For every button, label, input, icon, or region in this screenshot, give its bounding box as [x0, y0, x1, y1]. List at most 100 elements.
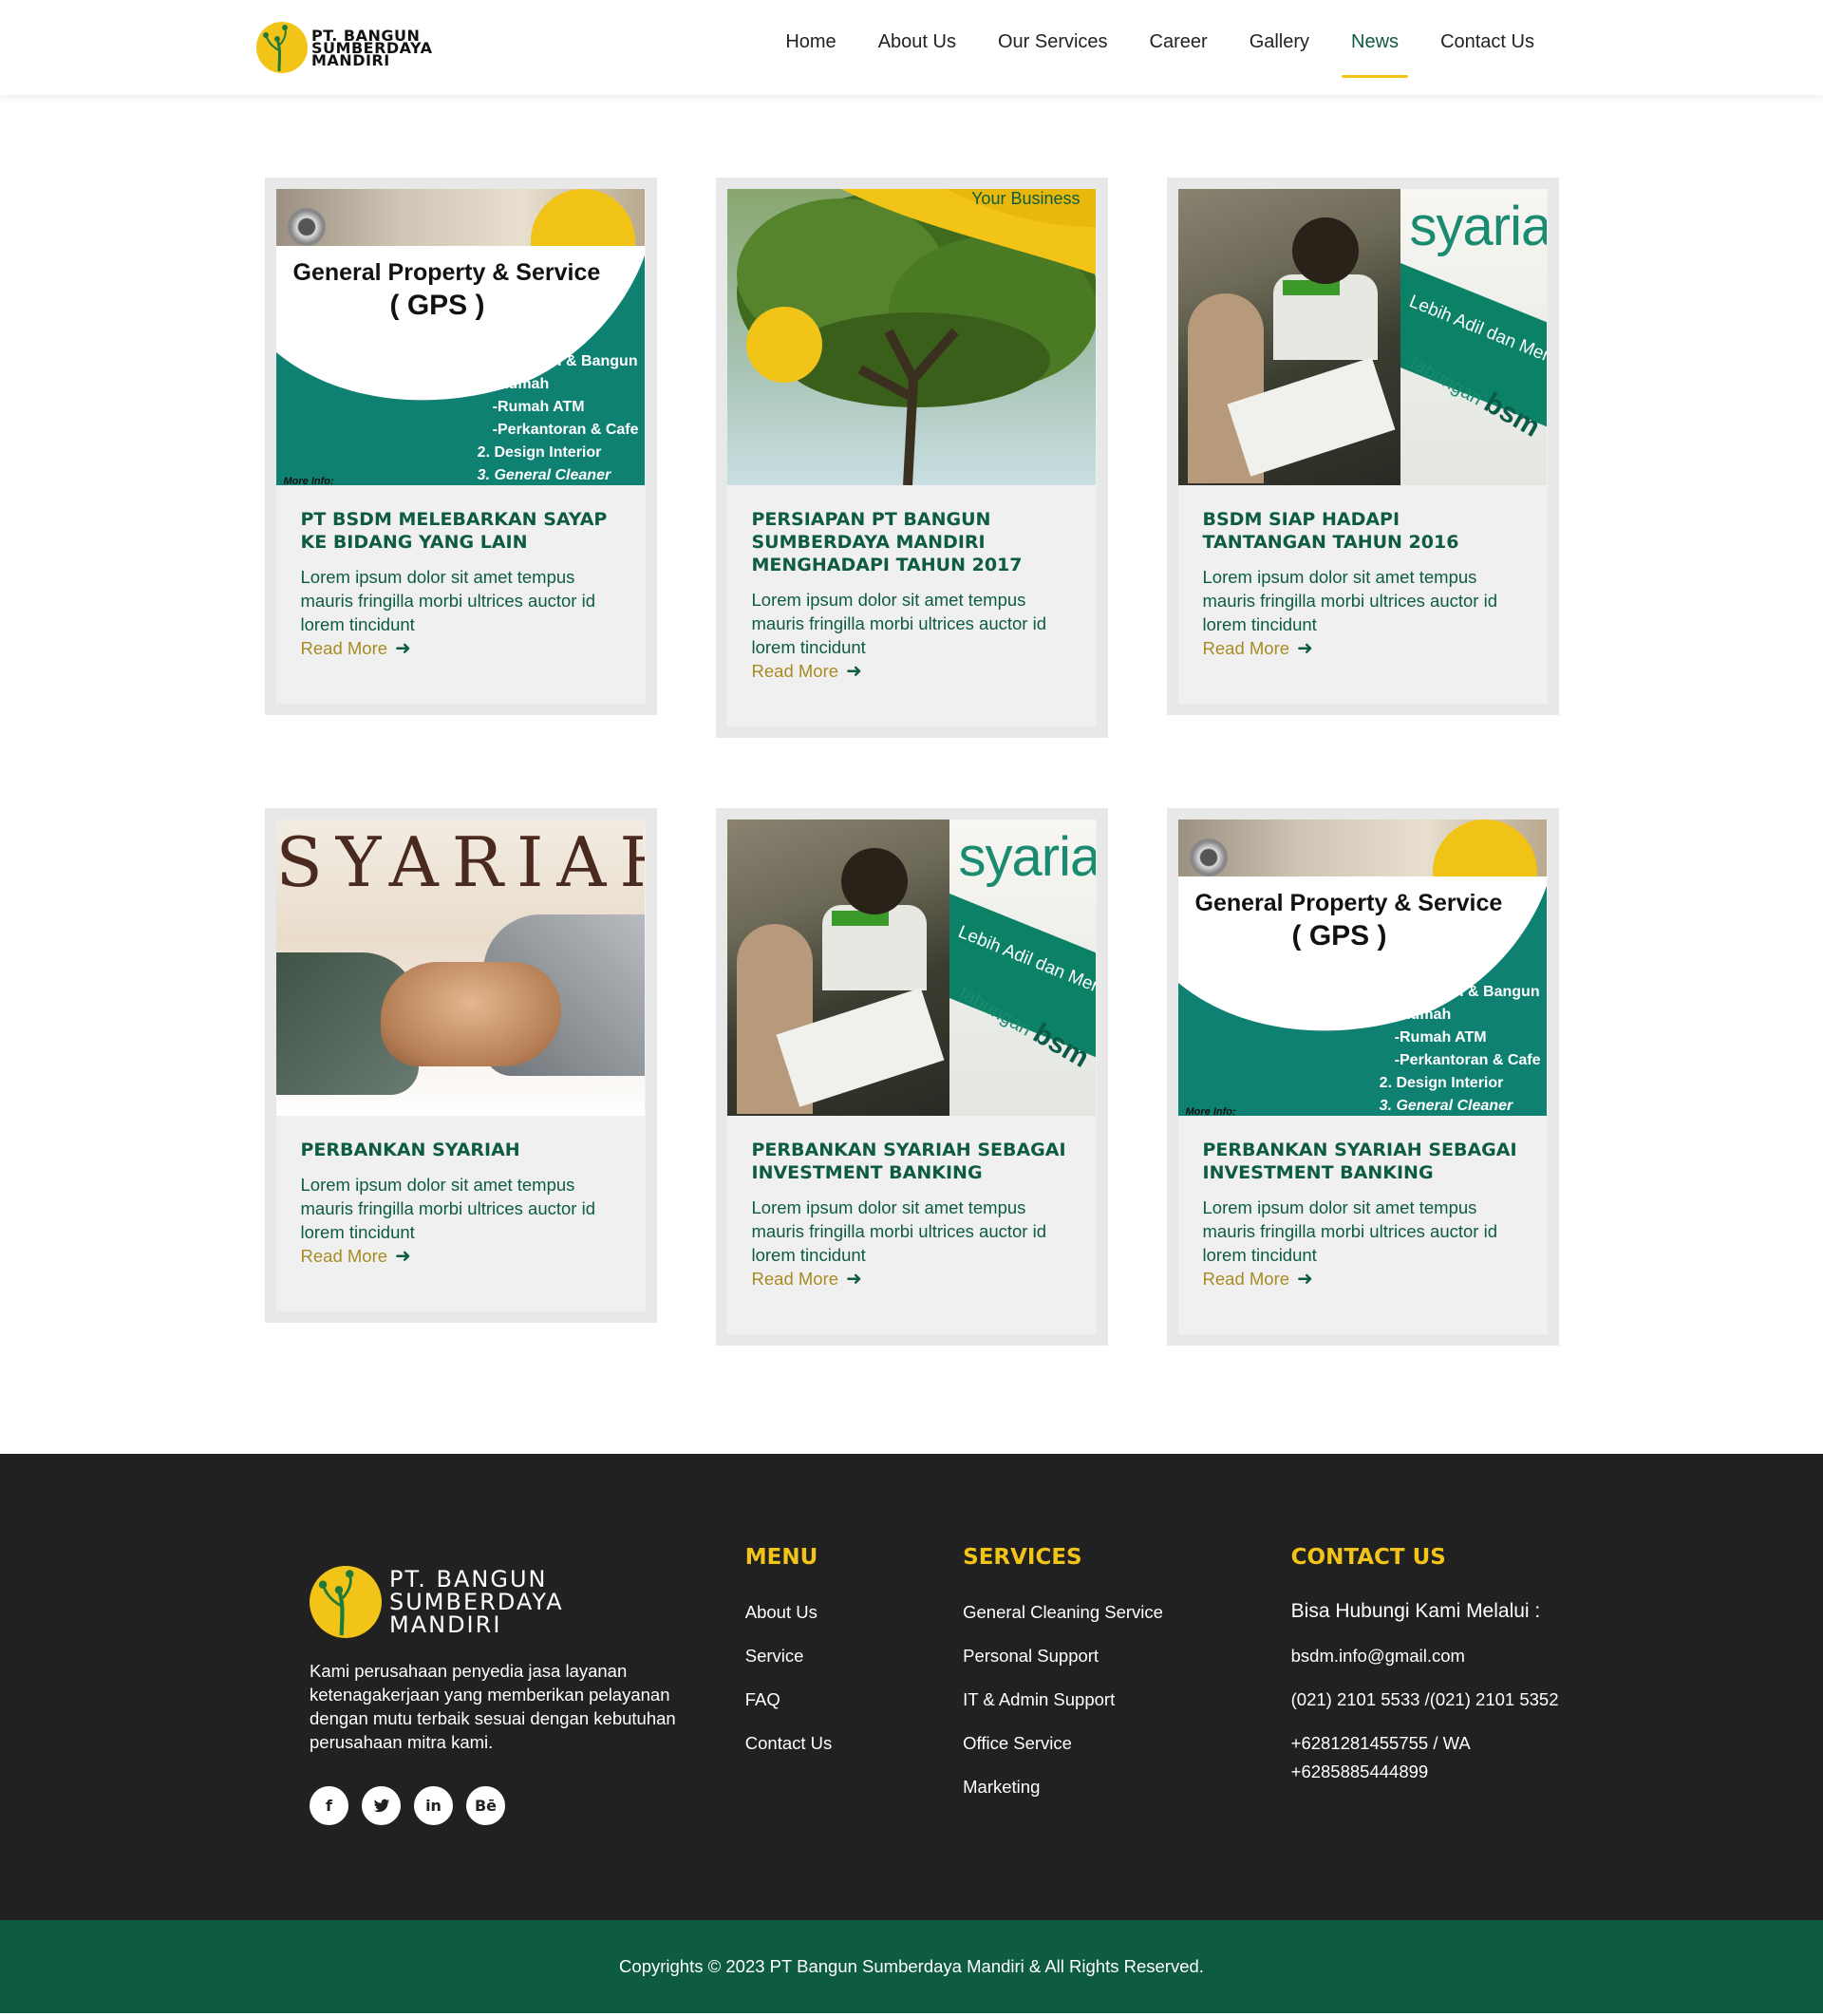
news-card-body: PERBANKAN SYARIAH Lorem ipsum dolor sit …	[276, 1116, 646, 1311]
arrow-right-icon: ➜	[395, 1246, 411, 1267]
read-more-link[interactable]: Read More ➜	[301, 636, 411, 660]
footer-description: Kami perusahaan penyedia jasa layanan ke…	[310, 1661, 676, 1752]
footer-link-about-us[interactable]: About Us	[745, 1600, 963, 1624]
news-card[interactable]: SYARIAH PERBANKAN SYARIAH Lorem ipsum do…	[264, 808, 657, 1323]
read-more-label: Read More	[300, 637, 388, 658]
news-card-inner: General Property & Service ( GPS ) 1. Re…	[275, 189, 646, 704]
news-excerpt: Lorem ipsum dolor sit amet tempus mauris…	[300, 567, 596, 634]
news-card[interactable]: General Property & Service ( GPS ) 1. Re…	[1166, 808, 1559, 1346]
news-title[interactable]: BSDM SIAP HADAPI TANTANGAN TAHUN 2016	[1203, 508, 1523, 554]
news-card[interactable]: syariah Lebih Adil dan Men tabungan bsm …	[715, 808, 1108, 1346]
footer-service-personal-support[interactable]: Personal Support	[963, 1644, 1291, 1667]
news-image[interactable]: General Property & Service ( GPS ) 1. Re…	[1177, 820, 1547, 1116]
read-more-label: Read More	[1202, 637, 1290, 658]
news-excerpt: Lorem ipsum dolor sit amet tempus mauris…	[1202, 1197, 1498, 1265]
gps-list-item: -Rumah	[1394, 1007, 1452, 1023]
news-excerpt: Lorem ipsum dolor sit amet tempus mauris…	[751, 590, 1047, 657]
footer-service-it-admin[interactable]: IT & Admin Support	[963, 1687, 1291, 1711]
gps-subtitle: ( GPS )	[389, 290, 485, 321]
footer-link-contact-us[interactable]: Contact Us	[745, 1731, 963, 1755]
news-image[interactable]: syariah Lebih Adil dan Men tabungan bsm	[726, 820, 1096, 1116]
nav-home[interactable]: Home	[764, 0, 856, 95]
nav-contact-us[interactable]: Contact Us	[1419, 0, 1555, 95]
read-more-link[interactable]: Read More ➜	[1203, 1267, 1313, 1291]
copyright-bar: Copyrights © 2023 PT Bangun Sumberdaya M…	[0, 1920, 1823, 2013]
brand-logo[interactable]: PT. BANGUN SUMBERDAYA MANDIRI	[256, 22, 432, 73]
site-footer: PT. BANGUN SUMBERDAYA MANDIRI Kami perus…	[0, 1454, 1823, 1920]
news-title[interactable]: PERBANKAN SYARIAH SEBAGAI INVESTMENT BAN…	[752, 1139, 1072, 1184]
news-title[interactable]: PERBANKAN SYARIAH	[301, 1139, 621, 1161]
read-more-label: Read More	[751, 660, 839, 681]
footer-service-marketing[interactable]: Marketing	[963, 1775, 1291, 1799]
nav-news[interactable]: News	[1330, 0, 1419, 95]
gps-title: General Property & Service	[292, 259, 601, 286]
footer-services-title: SERVICES	[963, 1545, 1082, 1570]
gps-subtitle: ( GPS )	[1291, 920, 1387, 951]
news-image[interactable]: SYARIAH	[275, 820, 645, 1116]
arrow-right-icon: ➜	[846, 1269, 862, 1290]
nav-our-services[interactable]: Our Services	[977, 0, 1129, 95]
news-excerpt: Lorem ipsum dolor sit amet tempus mauris…	[1202, 567, 1498, 634]
news-title[interactable]: PT BSDM MELEBARKAN SAYAP KE BIDANG YANG …	[301, 508, 621, 554]
nav-about-us[interactable]: About Us	[857, 0, 977, 95]
news-excerpt: Lorem ipsum dolor sit amet tempus mauris…	[751, 1197, 1047, 1265]
read-more-link[interactable]: Read More ➜	[1203, 636, 1313, 660]
tree-caption: Your Business	[971, 189, 1081, 208]
gps-list-item: 1. Renovasi & Bangun	[477, 353, 638, 369]
footer-contact-phone[interactable]: (021) 2101 5533 /(021) 2101 5352	[1291, 1686, 1567, 1714]
news-card[interactable]: Your Business PERSIAPAN PT BANGUN SUMBER…	[715, 178, 1108, 738]
news-card[interactable]: General Property & Service ( GPS ) 1. Re…	[264, 178, 657, 715]
footer-services: SERVICES General Cleaning Service Person…	[963, 1545, 1291, 1825]
brand-line: PT. BANGUN	[389, 1566, 548, 1592]
news-image[interactable]: Your Business	[726, 189, 1096, 485]
footer-service-cleaning[interactable]: General Cleaning Service	[963, 1600, 1291, 1624]
company-logo-icon	[310, 1566, 382, 1638]
footer-link-service[interactable]: Service	[745, 1644, 963, 1667]
gps-list-item: -Perkantoran & Cafe	[1394, 1052, 1541, 1068]
news-card-body: PERSIAPAN PT BANGUN SUMBERDAYA MANDIRI M…	[727, 485, 1097, 726]
news-title[interactable]: PERBANKAN SYARIAH SEBAGAI INVESTMENT BAN…	[1203, 1139, 1523, 1184]
nav-career[interactable]: Career	[1129, 0, 1229, 95]
read-more-link[interactable]: Read More ➜	[301, 1244, 411, 1268]
gps-list-item: -Rumah	[492, 376, 550, 392]
footer-link-faq[interactable]: FAQ	[745, 1687, 963, 1711]
gps-service-list: 1. Renovasi & Bangun -Rumah -Rumah ATM -…	[1380, 981, 1541, 1116]
news-image[interactable]: General Property & Service ( GPS ) 1. Re…	[275, 189, 645, 485]
gps-list-item: 1. Renovasi & Bangun	[1379, 984, 1540, 1000]
gps-list-item: 2. Design Interior	[477, 444, 602, 461]
read-more-link[interactable]: Read More ➜	[752, 659, 862, 683]
news-card[interactable]: syariah Lebih Adil dan Men tabungan bsm …	[1166, 178, 1559, 715]
behance-icon[interactable]: Bē	[466, 1786, 505, 1825]
gps-list-item: 3. General Cleaner	[1379, 1098, 1513, 1114]
footer-contact-whatsapp[interactable]: +6281281455755 / WA +6285885444899	[1291, 1729, 1567, 1786]
gps-list-item: -Rumah ATM	[1394, 1029, 1487, 1046]
news-title[interactable]: PERSIAPAN PT BANGUN SUMBERDAYA MANDIRI M…	[752, 508, 1072, 576]
linkedin-icon[interactable]: in	[414, 1786, 453, 1825]
twitter-icon[interactable]	[362, 1786, 401, 1825]
footer-contact-email[interactable]: bsdm.info@gmail.com	[1291, 1642, 1567, 1670]
nav-gallery[interactable]: Gallery	[1229, 0, 1330, 95]
arrow-right-icon: ➜	[846, 661, 862, 682]
gps-more-info: More Info:	[1185, 1106, 1236, 1116]
facebook-icon[interactable]: f	[310, 1786, 348, 1825]
teller-head	[1291, 217, 1359, 284]
footer-brand-name: PT. BANGUN SUMBERDAYA MANDIRI	[389, 1568, 564, 1636]
read-more-link[interactable]: Read More ➜	[752, 1267, 862, 1291]
read-more-label: Read More	[751, 1268, 839, 1289]
brand-line: SUMBERDAYA	[389, 1589, 564, 1615]
arrow-right-icon: ➜	[1297, 638, 1313, 659]
footer-service-office[interactable]: Office Service	[963, 1731, 1291, 1755]
news-excerpt: Lorem ipsum dolor sit amet tempus mauris…	[300, 1175, 596, 1242]
main-nav: Home About Us Our Services Career Galler…	[764, 0, 1555, 95]
news-card-inner: Your Business PERSIAPAN PT BANGUN SUMBER…	[726, 189, 1097, 726]
handshake-graphic	[380, 962, 561, 1066]
news-image[interactable]: syariah Lebih Adil dan Men tabungan bsm	[1177, 189, 1547, 485]
footer-logo[interactable]: PT. BANGUN SUMBERDAYA MANDIRI	[310, 1566, 745, 1638]
gps-list-item: -Rumah ATM	[492, 399, 585, 415]
footer-menu: MENU About Us Service FAQ Contact Us	[745, 1545, 963, 1825]
arrow-right-icon: ➜	[1297, 1269, 1313, 1290]
news-card-inner: SYARIAH PERBANKAN SYARIAH Lorem ipsum do…	[275, 820, 646, 1311]
arrow-right-icon: ➜	[395, 638, 411, 659]
gps-list-item: -Perkantoran & Cafe	[492, 422, 639, 438]
footer-menu-title: MENU	[744, 1545, 818, 1570]
